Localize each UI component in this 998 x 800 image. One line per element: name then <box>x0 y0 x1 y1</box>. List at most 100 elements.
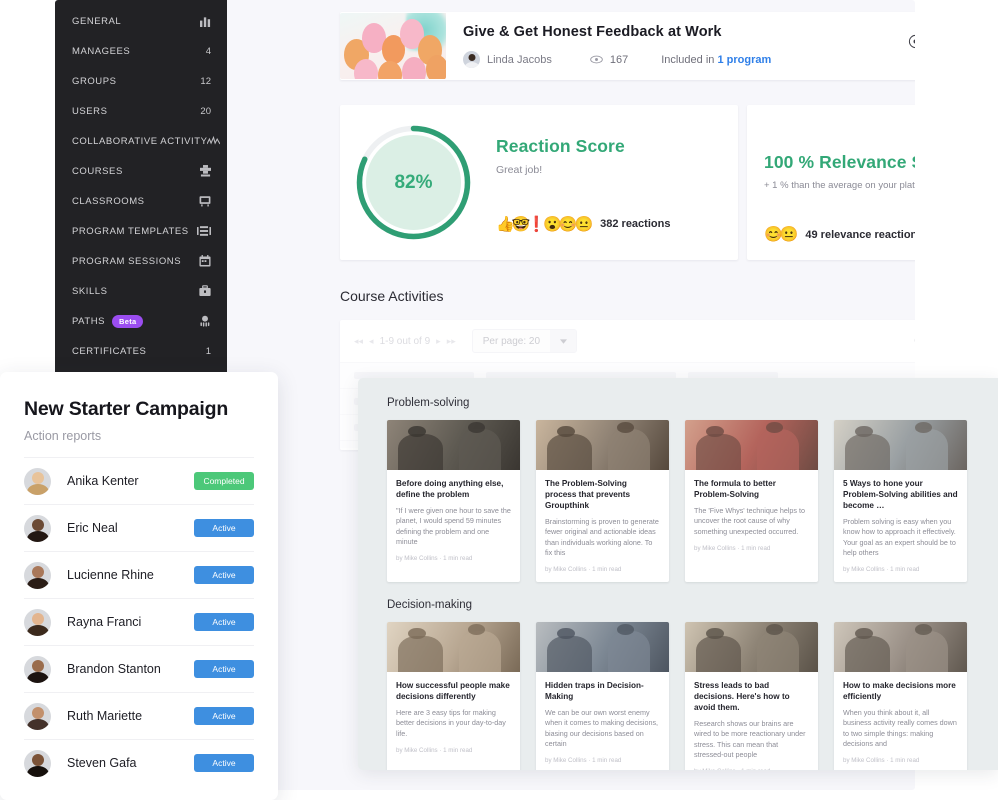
sidebar-item-skills[interactable]: SKILLS <box>55 276 227 306</box>
status-badge[interactable]: Active <box>194 519 254 537</box>
team-meeting-photo <box>536 420 669 470</box>
activities-toolbar: ◂◂ ◂ 1-9 out of 9 ▸ ▸▸ Per page: 20 <box>340 320 915 362</box>
status-badge[interactable]: Active <box>194 707 254 725</box>
list-item-name: Brandon Stanton <box>67 662 161 676</box>
reaction-score-title: Reaction Score <box>496 135 625 156</box>
per-page-select[interactable]: Per page: 20 <box>471 329 578 353</box>
avatar <box>24 702 51 730</box>
reaction-count-label: 382 reactions <box>600 218 671 230</box>
status-badge[interactable]: Active <box>194 566 254 584</box>
path-node-icon <box>199 315 211 327</box>
included-in-label: Included in 1 program <box>661 54 771 66</box>
view-count-value: 167 <box>609 53 629 66</box>
article-card-grid: How successful people make decisions dif… <box>387 622 998 770</box>
sidebar-item-label: USERS <box>72 105 108 117</box>
list-item-name: Lucienne Rhine <box>67 568 154 582</box>
sidebar-item-program-templates[interactable]: PROGRAM TEMPLATES <box>55 216 227 246</box>
course-header-text: Give & Get Honest Feedback at Work Linda… <box>446 24 908 68</box>
article-title: Before doing anything else, define the p… <box>396 479 504 500</box>
avatar <box>24 514 51 542</box>
reaction-card-body: Reaction Score Great job! 👍 🤓 ❗ 😮 😊 😐 382 rea… <box>474 134 670 232</box>
article-card[interactable]: Stress leads to bad decisions. Here's ho… <box>685 622 818 770</box>
list-item[interactable]: Anika Kenter Completed <box>24 457 254 504</box>
list-item-name: Anika Kenter <box>67 474 139 488</box>
list-item[interactable]: Ruth Mariette Active <box>24 692 254 739</box>
next-page-icon[interactable]: ▸ <box>436 336 441 347</box>
article-card[interactable]: 5 Ways to hone your Problem-Solving abil… <box>834 420 967 583</box>
reaction-score-card: 82% Reaction Score Great job! 👍 🤓 ❗ 😮 😊 😐 382… <box>340 105 738 260</box>
status-badge[interactable]: Active <box>194 660 254 678</box>
relevance-score-card: 100 % Relevance Score + 1 % than the ave… <box>747 105 915 260</box>
relevance-score-subtitle: + 1 % than the average on your platform <box>764 180 915 191</box>
sidebar-item-left: GROUPS <box>72 76 116 87</box>
list-item[interactable]: Lucienne Rhine Active <box>24 551 254 598</box>
sidebar-item-certificates[interactable]: CERTIFICATES 1 <box>55 336 227 366</box>
sidebar-item-general[interactable]: GENERAL <box>55 6 227 36</box>
list-item-name: Steven Gafa <box>67 756 137 770</box>
article-group-title: Decision-making <box>387 599 473 612</box>
relevance-score-title: 100 % Relevance Score <box>764 152 915 172</box>
avatar <box>24 561 51 589</box>
article-card[interactable]: The formula to better Problem-Solving The… <box>685 420 818 583</box>
sidebar-item-users[interactable]: USERS 20 <box>55 96 227 126</box>
sidebar-item-classrooms[interactable]: CLASSROOMS <box>55 186 227 216</box>
list-item[interactable]: Rayna Franci Active <box>24 598 254 645</box>
status-badge[interactable]: Completed <box>194 472 254 490</box>
sidebar-item-label: PROGRAM SESSIONS <box>72 255 182 267</box>
article-card[interactable]: How to make decisions more efficiently Wh… <box>834 622 967 770</box>
list-item[interactable]: Eric Neal Active <box>24 504 254 551</box>
reaction-footer: 👍 🤓 ❗ 😮 😊 😐 382 reactions <box>496 217 670 232</box>
article-description: Research shows our brains are wired to b… <box>694 719 806 759</box>
article-title: The formula to better Problem-Solving <box>694 479 776 500</box>
sidebar-item-count: 4 <box>205 45 211 57</box>
screenshot-root: GENERAL MANAGEES 4 GROUPS 12 USERS 20 COLLABORA… <box>0 0 998 800</box>
chevron-down-icon[interactable] <box>550 330 577 352</box>
sidebar-item-label: COURSES <box>72 165 123 177</box>
avatar <box>24 608 51 636</box>
reaction-donut-chart: 82% <box>353 122 474 243</box>
sidebar-item-courses[interactable]: COURSES <box>55 156 227 186</box>
search-icon[interactable] <box>914 335 915 348</box>
sidebar-item-program-sessions[interactable]: PROGRAM SESSIONS <box>55 246 227 276</box>
article-description: We can be our own worst enemy when it co… <box>545 708 659 748</box>
sidebar-item-collaborative-activity[interactable]: COLLABORATIVE ACTIVITY <box>55 126 227 156</box>
pagination-control[interactable]: ◂◂ ◂ 1-9 out of 9 ▸ ▸▸ <box>354 336 456 347</box>
program-link[interactable]: 1 program <box>717 54 771 66</box>
last-page-icon[interactable]: ▸▸ <box>447 336 456 347</box>
prev-page-icon[interactable]: ◂ <box>369 336 374 347</box>
target-icon[interactable] <box>908 34 915 49</box>
article-card[interactable]: How successful people make decisions dif… <box>387 622 520 770</box>
list-item[interactable]: Brandon Stanton Active <box>24 645 254 692</box>
sidebar-item-label: GROUPS <box>72 75 117 87</box>
article-group: Decision-making How successful people mak… <box>387 599 998 770</box>
status-badge[interactable]: Active <box>194 754 254 772</box>
article-card[interactable]: The Problem-Solving process that prevent… <box>536 420 669 583</box>
article-card[interactable]: Hidden traps in Decision-Making We can be… <box>536 622 669 770</box>
status-badge[interactable]: Active <box>194 613 254 631</box>
article-byline: by Mike Collins · 1 min read <box>396 746 473 754</box>
briefcase-icon <box>199 285 211 297</box>
course-header-card: Give & Get Honest Feedback at Work Linda… <box>340 12 915 80</box>
sidebar-item-groups[interactable]: GROUPS 12 <box>55 66 227 96</box>
sidebar-item-count: 12 <box>200 75 211 87</box>
first-page-icon[interactable]: ◂◂ <box>354 336 363 347</box>
article-card[interactable]: Before doing anything else, define the p… <box>387 420 520 583</box>
sidebar-item-managees[interactable]: MANAGEES 4 <box>55 36 227 66</box>
article-recommendations-panel: Problem-solving Before doing anything els… <box>358 378 998 770</box>
sidebar-item-label: GENERAL <box>72 15 122 27</box>
sidebar-item-left: PROGRAM SESSIONS <box>72 256 181 267</box>
article-card-body: The formula to better Problem-Solving The… <box>685 470 818 561</box>
article-card-body: How successful people make decisions dif… <box>387 672 520 763</box>
article-card-body: Stress leads to bad decisions. Here's ho… <box>685 672 818 770</box>
article-card-body: Before doing anything else, define the p… <box>387 470 520 571</box>
sidebar-item-paths[interactable]: PATHS Beta <box>55 306 227 336</box>
sidebar-item-left: CERTIFICATES <box>72 346 146 357</box>
sidebar-item-count: 1 <box>205 345 211 357</box>
reaction-emoji-stack: 👍 🤓 ❗ 😮 😊 😐 <box>496 217 593 232</box>
article-title: Stress leads to bad decisions. Here's ho… <box>694 681 790 713</box>
article-card-body: How to make decisions more efficiently Wh… <box>834 672 967 770</box>
sidebar-item-left: PATHS Beta <box>72 314 144 328</box>
calendar-icon <box>199 255 211 267</box>
list-item[interactable]: Steven Gafa Active <box>24 739 254 786</box>
included-prefix: Included in <box>661 53 718 66</box>
